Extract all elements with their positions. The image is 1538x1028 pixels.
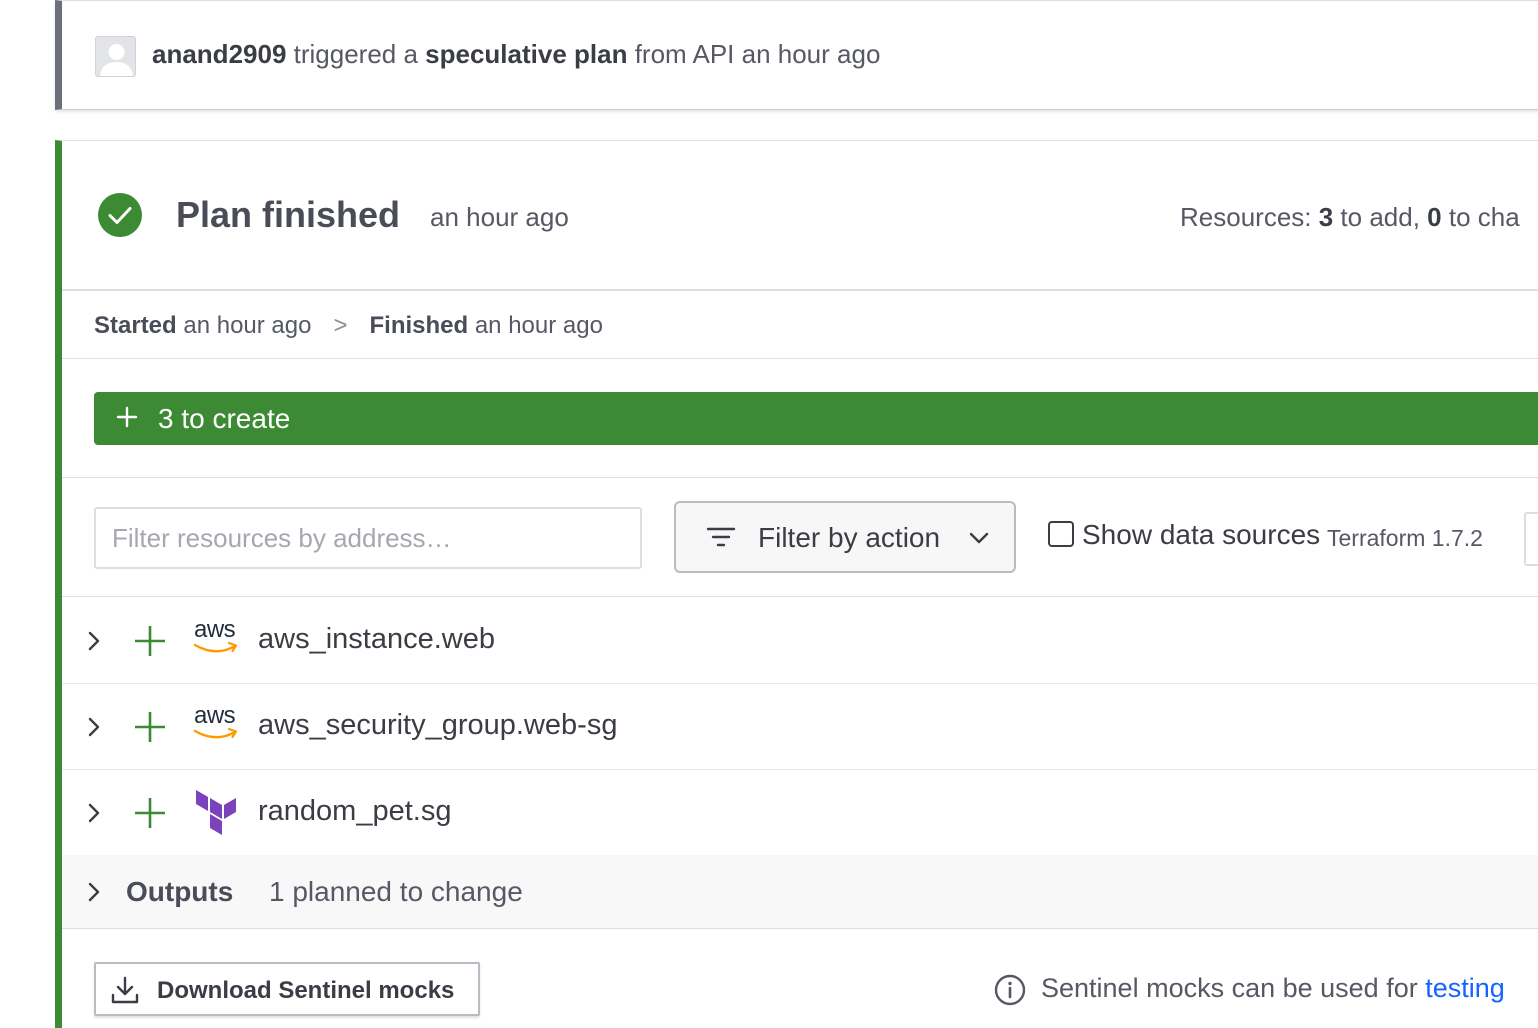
aws-logo-icon: aws [192, 616, 240, 664]
resources-change-text: to cha [1441, 202, 1520, 232]
resource-address: aws_security_group.web-sg [258, 709, 618, 741]
create-summary-label: 3 to create [158, 403, 291, 434]
avatar[interactable] [95, 36, 136, 77]
show-data-sources-label: Show data sources [1082, 519, 1321, 550]
sentinel-testing-link[interactable]: testing [1425, 973, 1505, 1003]
resources-summary: Resources: 3 to add, 0 to cha [1180, 202, 1520, 233]
started-label: Started [94, 312, 177, 339]
timeline-separator: > [333, 312, 348, 339]
create-summary-banner[interactable]: 3 to create [94, 392, 1538, 445]
resource-row-random-pet[interactable]: random_pet.sg [62, 770, 1538, 856]
plan-timeline: Started an hour ago > Finished an hour ago [62, 292, 1538, 359]
create-action-icon [135, 712, 165, 742]
finished-time: an hour ago [468, 312, 603, 339]
filter-icon [706, 527, 736, 547]
chevron-right-icon [88, 882, 100, 902]
run-page: anand2909 triggered a speculative plan f… [0, 0, 1538, 1028]
chevron-right-icon [88, 631, 100, 651]
trigger-verb: triggered a [286, 39, 426, 69]
started-time: an hour ago [176, 312, 312, 339]
finished-label: Finished [369, 312, 469, 339]
resource-row-aws-security-group[interactable]: aws aws_security_group.web-sg [62, 684, 1538, 770]
outputs-count: 1 planned to change [269, 876, 523, 907]
plus-icon [116, 406, 138, 428]
trigger-suffix: from API an hour ago [627, 39, 881, 69]
timeline-text: Started an hour ago > Finished an hour ago [94, 312, 603, 340]
filter-by-action-dropdown[interactable]: Filter by action [674, 501, 1016, 573]
outputs-row[interactable]: Outputs 1 planned to change [62, 855, 1538, 929]
resources-change-count: 0 [1427, 202, 1442, 232]
plan-status-time: an hour ago [430, 202, 569, 232]
outputs-label: Outputs [126, 876, 234, 907]
user-silhouette-icon [96, 37, 135, 76]
resource-address: random_pet.sg [258, 795, 452, 827]
trigger-run-type: speculative plan [425, 39, 628, 69]
resources-prefix: Resources: [1180, 202, 1319, 232]
sentinel-mocks-note: Sentinel mocks can be used for testing [1041, 973, 1505, 1004]
trigger-message: anand2909 triggered a speculative plan f… [152, 39, 880, 70]
create-action-icon [135, 626, 165, 656]
resources-add-text: to add, [1333, 202, 1428, 232]
aws-logo-icon: aws [192, 702, 240, 750]
plan-status-title: Plan finished [176, 194, 401, 235]
truncated-control[interactable] [1524, 512, 1538, 566]
resource-filter-bar: Filter by action Show data sources Terra… [62, 477, 1538, 597]
info-icon [994, 974, 1026, 1006]
download-sentinel-mocks-label: Download Sentinel mocks [157, 977, 455, 1004]
filter-by-action-label: Filter by action [758, 522, 941, 553]
download-icon [111, 976, 139, 1004]
plan-card: Plan finished an hour ago Resources: 3 t… [55, 140, 1538, 1028]
resource-address: aws_instance.web [258, 623, 495, 655]
address-filter-input[interactable] [94, 507, 642, 569]
trigger-user-link[interactable]: anand2909 [152, 39, 286, 69]
resources-add-count: 3 [1318, 202, 1334, 232]
plan-header[interactable]: Plan finished an hour ago Resources: 3 t… [62, 141, 1538, 291]
terraform-version: Terraform 1.7.2 [1327, 525, 1483, 551]
terraform-logo-icon [196, 790, 236, 835]
chevron-down-icon [969, 532, 989, 544]
download-sentinel-mocks-button[interactable]: Download Sentinel mocks [94, 962, 480, 1016]
chevron-right-icon [88, 717, 100, 737]
check-circle-icon [98, 193, 142, 237]
create-action-icon [135, 798, 165, 828]
show-data-sources-checkbox[interactable] [1048, 521, 1074, 547]
chevron-right-icon [88, 803, 100, 823]
sentinel-note-text: Sentinel mocks can be used for [1041, 973, 1426, 1003]
run-trigger-card: anand2909 triggered a speculative plan f… [55, 0, 1538, 110]
resource-row-aws-instance[interactable]: aws aws_instance.web [62, 598, 1538, 684]
